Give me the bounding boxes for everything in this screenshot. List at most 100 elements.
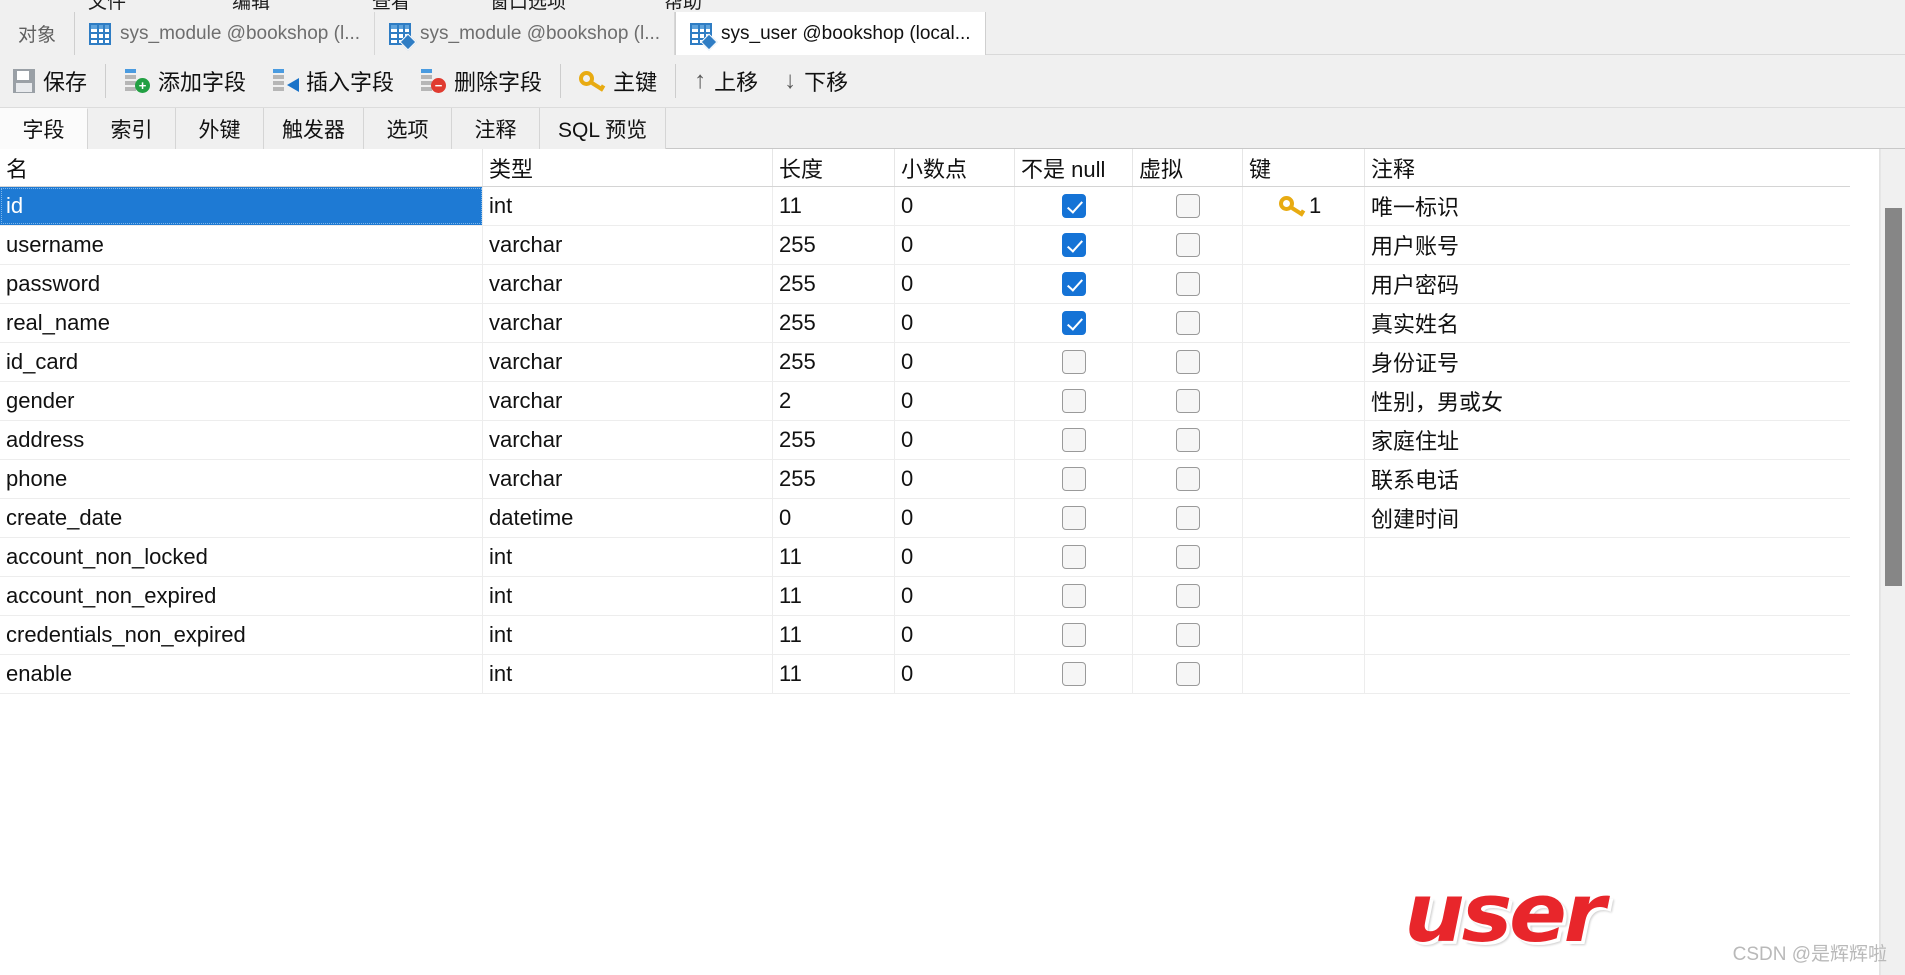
add-field-button[interactable]: + 添加字段	[111, 55, 259, 108]
subtab-2[interactable]: 外键	[176, 108, 264, 149]
menu-item-1[interactable]: 编辑	[232, 0, 270, 12]
table-row[interactable]: id int 11 0 1 唯一标识	[0, 187, 1905, 226]
virtual-checkbox[interactable]	[1175, 623, 1200, 647]
field-virtual-cell[interactable]	[1133, 499, 1243, 537]
tab-sys-module-design[interactable]: sys_module @bookshop (l...	[375, 12, 676, 55]
table-row[interactable]: gender varchar 2 0 性别，男或女	[0, 382, 1905, 421]
field-name-cell[interactable]: address	[0, 421, 483, 459]
field-decimals-cell[interactable]: 0	[895, 655, 1015, 693]
field-length-cell[interactable]: 11	[773, 538, 895, 576]
field-comment-cell[interactable]: 唯一标识	[1365, 187, 1875, 225]
virtual-checkbox[interactable]	[1175, 662, 1200, 686]
subtab-3[interactable]: 触发器	[264, 108, 364, 149]
vertical-scrollbar[interactable]	[1880, 149, 1905, 975]
field-length-cell[interactable]: 11	[773, 187, 895, 225]
not-null-checkbox[interactable]	[1061, 584, 1086, 608]
subtab-0[interactable]: 字段	[0, 108, 88, 149]
column-header-length[interactable]: 长度	[773, 149, 895, 186]
vertical-scrollbar-thumb[interactable]	[1885, 208, 1902, 586]
field-decimals-cell[interactable]: 0	[895, 343, 1015, 381]
field-type-cell[interactable]: varchar	[483, 460, 773, 498]
field-decimals-cell[interactable]: 0	[895, 460, 1015, 498]
virtual-checkbox[interactable]	[1175, 389, 1200, 413]
field-virtual-cell[interactable]	[1133, 265, 1243, 303]
field-comment-cell[interactable]: 联系电话	[1365, 460, 1875, 498]
field-type-cell[interactable]: varchar	[483, 343, 773, 381]
table-row[interactable]: address varchar 255 0 家庭住址	[0, 421, 1905, 460]
subtab-1[interactable]: 索引	[88, 108, 176, 149]
column-header-comment[interactable]: 注释	[1365, 149, 1875, 186]
field-decimals-cell[interactable]: 0	[895, 226, 1015, 264]
field-type-cell[interactable]: varchar	[483, 421, 773, 459]
virtual-checkbox[interactable]	[1175, 467, 1200, 491]
field-not-null-cell[interactable]	[1015, 460, 1133, 498]
not-null-checkbox[interactable]	[1061, 194, 1086, 218]
field-decimals-cell[interactable]: 0	[895, 265, 1015, 303]
field-not-null-cell[interactable]	[1015, 616, 1133, 654]
field-virtual-cell[interactable]	[1133, 343, 1243, 381]
field-decimals-cell[interactable]: 0	[895, 538, 1015, 576]
field-not-null-cell[interactable]	[1015, 382, 1133, 420]
virtual-checkbox[interactable]	[1175, 428, 1200, 452]
field-name-cell[interactable]: phone	[0, 460, 483, 498]
field-comment-cell[interactable]	[1365, 655, 1875, 693]
save-button[interactable]: 保存	[0, 55, 100, 108]
field-length-cell[interactable]: 0	[773, 499, 895, 537]
field-not-null-cell[interactable]	[1015, 499, 1133, 537]
field-not-null-cell[interactable]	[1015, 421, 1133, 459]
field-decimals-cell[interactable]: 0	[895, 187, 1015, 225]
field-comment-cell[interactable]: 身份证号	[1365, 343, 1875, 381]
column-header-not-null[interactable]: 不是 null	[1015, 149, 1133, 186]
field-name-cell[interactable]: account_non_expired	[0, 577, 483, 615]
field-type-cell[interactable]: int	[483, 577, 773, 615]
field-type-cell[interactable]: varchar	[483, 304, 773, 342]
field-decimals-cell[interactable]: 0	[895, 616, 1015, 654]
column-header-decimals[interactable]: 小数点	[895, 149, 1015, 186]
subtab-6[interactable]: SQL 预览	[540, 108, 667, 149]
field-comment-cell[interactable]: 真实姓名	[1365, 304, 1875, 342]
field-type-cell[interactable]: int	[483, 187, 773, 225]
field-name-cell[interactable]: gender	[0, 382, 483, 420]
not-null-checkbox[interactable]	[1061, 311, 1086, 335]
field-not-null-cell[interactable]	[1015, 655, 1133, 693]
field-not-null-cell[interactable]	[1015, 304, 1133, 342]
virtual-checkbox[interactable]	[1175, 506, 1200, 530]
field-key-cell[interactable]	[1243, 304, 1365, 342]
field-key-cell[interactable]	[1243, 499, 1365, 537]
virtual-checkbox[interactable]	[1175, 584, 1200, 608]
field-virtual-cell[interactable]	[1133, 616, 1243, 654]
field-type-cell[interactable]: varchar	[483, 226, 773, 264]
field-decimals-cell[interactable]: 0	[895, 577, 1015, 615]
move-down-button[interactable]: ↓ 下移	[771, 55, 861, 108]
not-null-checkbox[interactable]	[1061, 506, 1086, 530]
not-null-checkbox[interactable]	[1061, 428, 1086, 452]
subtab-4[interactable]: 选项	[364, 108, 452, 149]
field-comment-cell[interactable]	[1365, 577, 1875, 615]
field-comment-cell[interactable]: 用户账号	[1365, 226, 1875, 264]
menu-item-4[interactable]: 帮助	[664, 0, 702, 12]
field-key-cell[interactable]	[1243, 421, 1365, 459]
field-decimals-cell[interactable]: 0	[895, 499, 1015, 537]
table-row[interactable]: username varchar 255 0 用户账号	[0, 226, 1905, 265]
field-virtual-cell[interactable]	[1133, 460, 1243, 498]
field-length-cell[interactable]: 11	[773, 577, 895, 615]
field-name-cell[interactable]: create_date	[0, 499, 483, 537]
field-type-cell[interactable]: varchar	[483, 382, 773, 420]
field-virtual-cell[interactable]	[1133, 538, 1243, 576]
field-type-cell[interactable]: varchar	[483, 265, 773, 303]
field-length-cell[interactable]: 11	[773, 655, 895, 693]
tab-sys-user-design[interactable]: sys_user @bookshop (local...	[675, 12, 986, 56]
field-key-cell[interactable]	[1243, 460, 1365, 498]
not-null-checkbox[interactable]	[1061, 389, 1086, 413]
field-not-null-cell[interactable]	[1015, 577, 1133, 615]
field-length-cell[interactable]: 255	[773, 304, 895, 342]
field-decimals-cell[interactable]: 0	[895, 304, 1015, 342]
table-row[interactable]: account_non_expired int 11 0	[0, 577, 1905, 616]
field-virtual-cell[interactable]	[1133, 226, 1243, 264]
virtual-checkbox[interactable]	[1175, 272, 1200, 296]
not-null-checkbox[interactable]	[1061, 623, 1086, 647]
not-null-checkbox[interactable]	[1061, 272, 1086, 296]
field-length-cell[interactable]: 11	[773, 616, 895, 654]
field-key-cell[interactable]	[1243, 538, 1365, 576]
field-name-cell[interactable]: credentials_non_expired	[0, 616, 483, 654]
